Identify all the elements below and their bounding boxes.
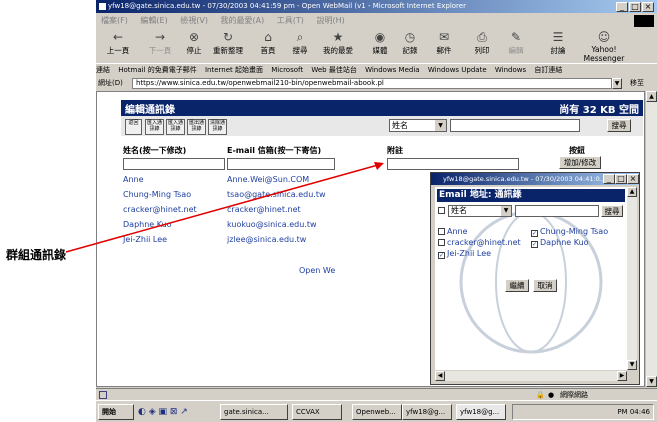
annotation-arrow	[65, 162, 384, 253]
